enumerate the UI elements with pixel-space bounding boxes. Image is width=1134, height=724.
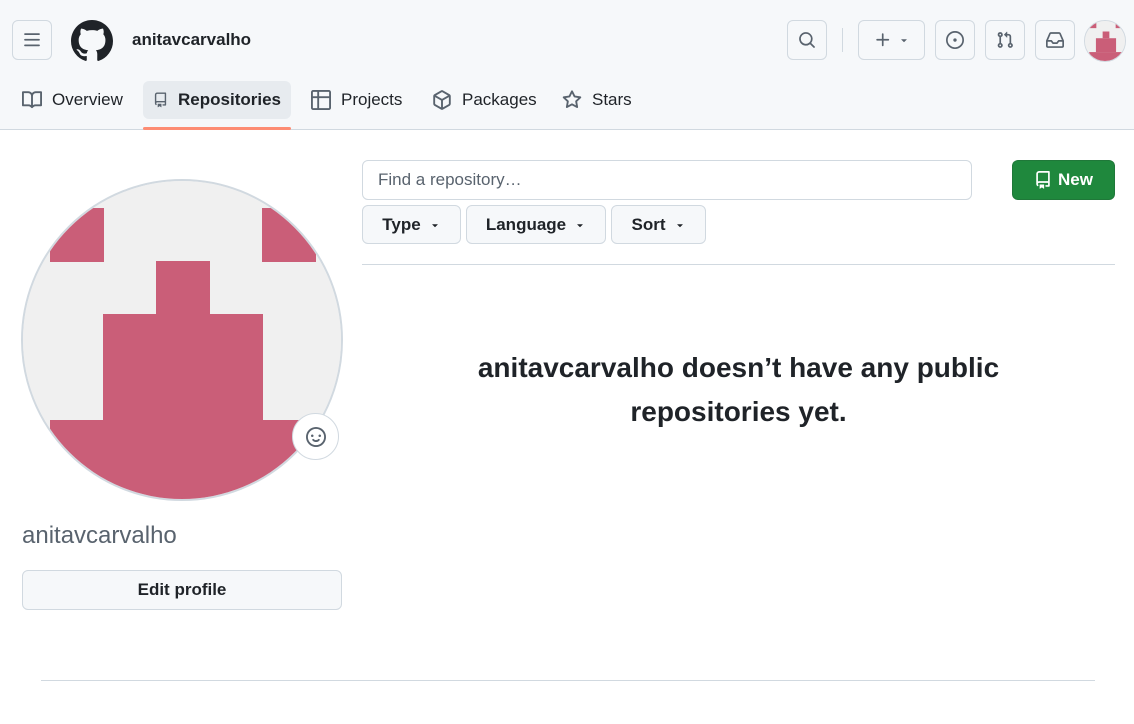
table-icon [311, 90, 331, 110]
edit-profile-button[interactable]: Edit profile [22, 570, 342, 610]
tab-overview[interactable]: Overview [12, 81, 133, 119]
create-new-button[interactable] [858, 20, 925, 60]
tab-stars-label: Stars [592, 90, 632, 109]
git-pull-request-icon [997, 31, 1013, 48]
caret-down-icon [900, 39, 907, 43]
package-icon [433, 90, 451, 110]
tab-stars[interactable]: Stars [552, 81, 642, 119]
repo-icon [154, 92, 167, 108]
filter-divider [362, 264, 1115, 265]
book-icon [22, 91, 42, 109]
tab-packages[interactable]: Packages [422, 81, 547, 119]
caret-down-icon [676, 223, 683, 227]
smiley-icon [305, 426, 326, 447]
header-divider [842, 28, 843, 52]
caret-down-icon [577, 223, 583, 227]
hamburger-icon [24, 33, 40, 47]
inbox-button[interactable] [1035, 20, 1075, 60]
menu-button[interactable] [12, 20, 52, 60]
selected-tab-indicator [143, 127, 291, 130]
search-button[interactable] [787, 20, 827, 60]
footer-divider [41, 680, 1095, 681]
sort-filter-button[interactable]: Sort [611, 205, 706, 244]
issues-button[interactable] [935, 20, 975, 60]
identicon-avatar [1085, 21, 1125, 61]
inbox-icon [1046, 32, 1064, 48]
profile-avatar[interactable] [21, 179, 343, 501]
type-filter-button[interactable]: Type [362, 205, 461, 244]
sort-filter-label: Sort [631, 214, 666, 234]
set-status-button[interactable] [292, 413, 339, 460]
header-username[interactable]: anitavcarvalho [132, 30, 251, 50]
empty-message-line-2: repositories yet. [630, 396, 847, 427]
identicon-avatar-large [23, 181, 341, 499]
github-logo-icon[interactable] [71, 20, 113, 62]
tab-overview-label: Overview [52, 90, 123, 109]
repository-search-input[interactable] [362, 160, 972, 200]
new-repository-button[interactable]: New [1012, 160, 1115, 200]
type-filter-label: Type [382, 214, 421, 234]
tab-repositories-label: Repositories [178, 90, 281, 109]
language-filter-label: Language [485, 214, 567, 234]
new-repository-label: New [1058, 170, 1093, 189]
tab-repositories[interactable]: Repositories [143, 81, 291, 119]
empty-repositories-message: anitavcarvalho doesn’t have any public r… [362, 346, 1115, 434]
plus-icon [875, 33, 889, 47]
profile-username: anitavcarvalho [22, 522, 177, 549]
global-header: anitavcarvalho Overview Repositories Pro… [0, 0, 1134, 130]
tab-projects[interactable]: Projects [301, 81, 412, 119]
user-avatar[interactable] [1084, 20, 1126, 62]
repo-icon [1036, 171, 1050, 189]
tab-projects-label: Projects [341, 90, 403, 109]
tab-packages-label: Packages [462, 90, 537, 109]
pull-requests-button[interactable] [985, 20, 1025, 60]
caret-down-icon [431, 223, 438, 227]
star-icon [562, 90, 582, 109]
empty-message-line-1: anitavcarvalho doesn’t have any public [477, 352, 1000, 383]
search-icon [799, 32, 815, 48]
language-filter-button[interactable]: Language [466, 205, 606, 244]
issue-opened-icon [946, 31, 964, 49]
